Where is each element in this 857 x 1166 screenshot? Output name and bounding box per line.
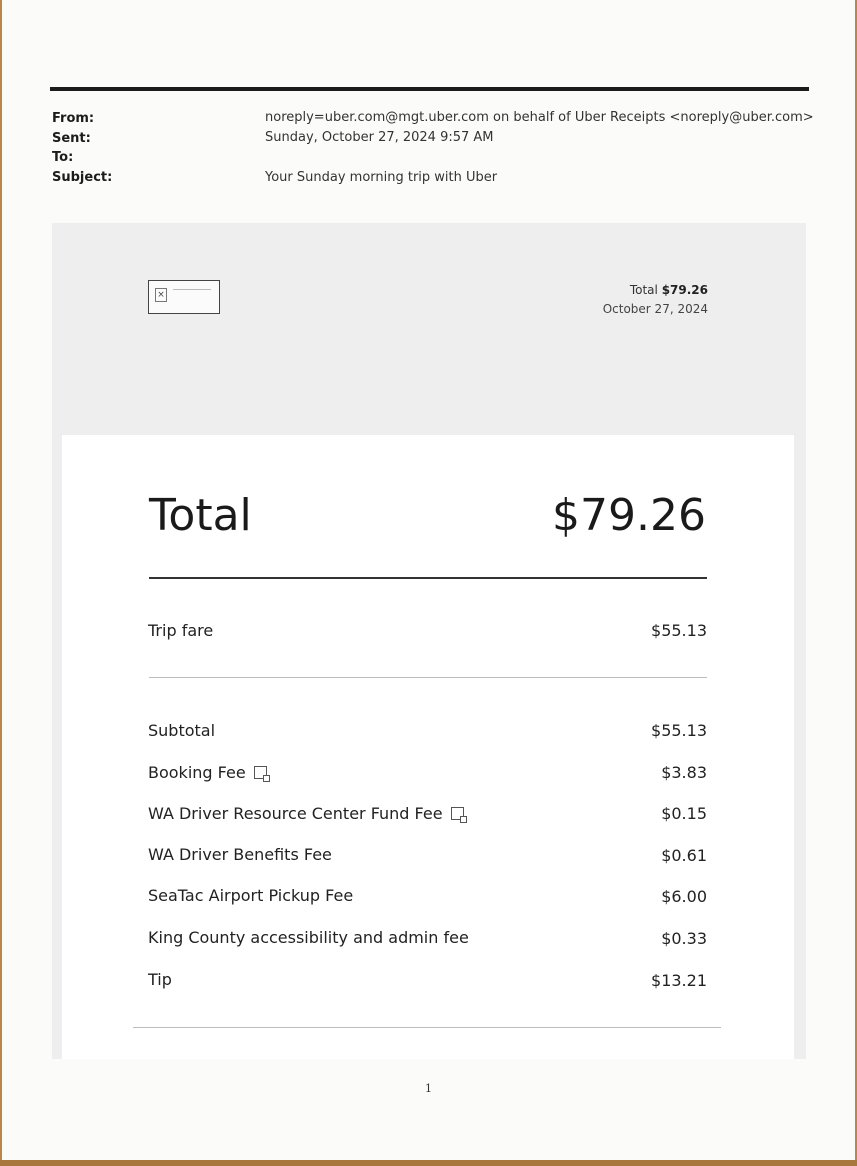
fee-info-icon[interactable]: [253, 766, 270, 782]
from-label: From:: [52, 111, 95, 126]
tip-value: $13.21: [651, 971, 707, 990]
from-value: noreply=uber.com@mgt.uber.com on behalf …: [265, 110, 814, 125]
line-item-label: Subtotal: [148, 721, 215, 740]
banner-date: October 27, 2024: [602, 302, 708, 316]
tip-label: Tip: [148, 970, 172, 989]
broken-image-icon: ×: [155, 288, 167, 302]
fee-info-icon[interactable]: [450, 807, 467, 823]
subject-label: Subject:: [52, 170, 113, 185]
sent-value: Sunday, October 27, 2024 9:57 AM: [265, 130, 494, 145]
line-item-label: King County accessibility and admin fee: [148, 928, 469, 947]
items-divider: [133, 1027, 721, 1028]
banner-total-amount: $79.26: [661, 283, 708, 297]
accessibility-fee-value: $0.33: [661, 929, 707, 948]
airport-pickup-fee-label: SeaTac Airport Pickup Fee: [148, 886, 354, 905]
page-number: 1: [425, 1082, 432, 1095]
total-heading: Total: [149, 490, 252, 541]
banner-total-prefix: Total: [629, 283, 662, 297]
booking-fee-value: $3.83: [661, 763, 707, 782]
total-amount: $79.26: [552, 490, 706, 541]
driver-resource-fee-label: WA Driver Resource Center Fund Fee: [148, 804, 443, 823]
booking-fee-label: Booking Fee: [148, 763, 246, 782]
table-edge: [0, 1160, 857, 1166]
driver-benefits-fee-value: $0.61: [661, 846, 707, 865]
uber-logo-placeholder: ×: [148, 280, 220, 314]
subject-value: Your Sunday morning trip with Uber: [265, 170, 498, 185]
trip-fare-label: Trip fare: [148, 621, 214, 640]
header-rule: [50, 87, 809, 91]
to-label: To:: [52, 150, 74, 165]
sent-label: Sent:: [52, 131, 91, 146]
logo-alt-text-line: [173, 289, 211, 290]
banner-total: Total $79.26: [630, 283, 708, 297]
subtotal-label: Subtotal: [148, 721, 216, 740]
driver-resource-fee-value: $0.15: [661, 804, 707, 823]
airport-pickup-fee-value: $6.00: [661, 887, 707, 906]
line-item-label: SeaTac Airport Pickup Fee: [148, 886, 353, 905]
subtotal-value: $55.13: [651, 721, 707, 740]
driver-benefits-fee-label: WA Driver Benefits Fee: [148, 845, 332, 864]
trip-fare-value: $55.13: [651, 621, 707, 640]
line-item-label: WA Driver Resource Center Fund Fee: [148, 804, 467, 823]
accessibility-fee-label: King County accessibility and admin fee: [148, 928, 469, 947]
line-item-label: Tip: [148, 970, 172, 989]
total-divider: [149, 577, 707, 579]
fare-divider: [149, 677, 707, 678]
line-item-label: Booking Fee: [148, 763, 270, 782]
line-item-label: WA Driver Benefits Fee: [148, 845, 332, 864]
